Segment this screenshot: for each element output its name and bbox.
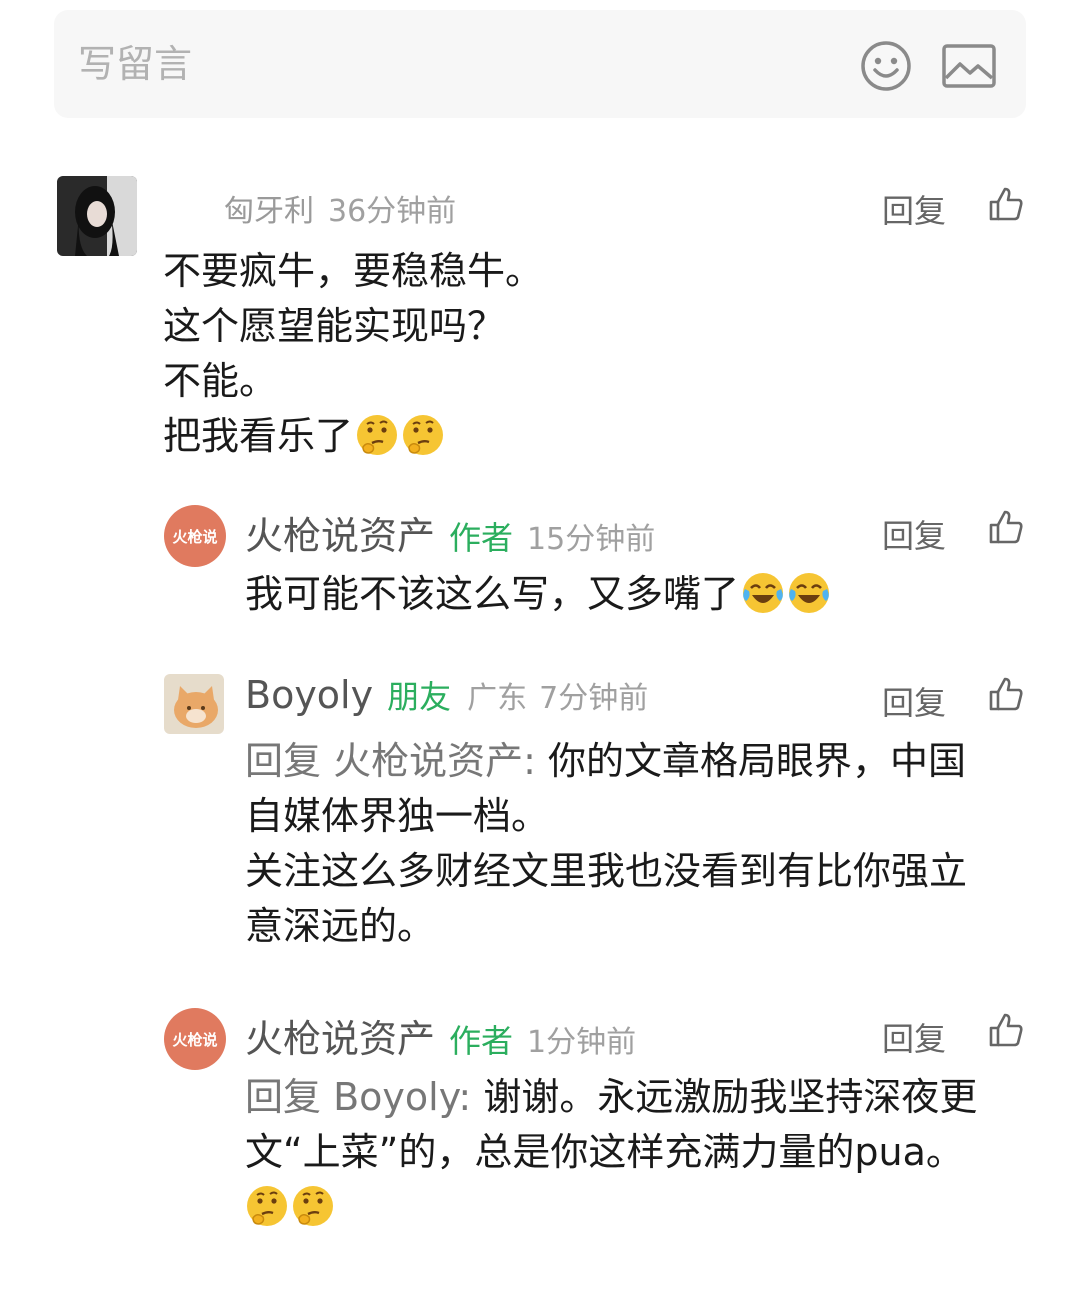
avatar-label: 火枪说: [172, 527, 218, 546]
avatar[interactable]: [164, 674, 224, 734]
comment-username[interactable]: 匈牙利: [224, 186, 314, 230]
comment-compose-bar[interactable]: 写留言: [54, 10, 1026, 118]
reply-quote-prefix[interactable]: 回复 火枪说资产:: [245, 739, 536, 783]
comment-time: 15分钟前: [527, 522, 656, 557]
comment-line: 你的文章格局眼界，中国: [535, 739, 966, 783]
comment-username[interactable]: 火枪说资产: [245, 1008, 435, 1063]
comment-line: 意深远的。: [245, 904, 436, 948]
comment-username[interactable]: 火枪说资产: [245, 505, 435, 560]
comment-line: 自媒体界独一档。: [245, 794, 550, 838]
thumbs-up-icon[interactable]: [988, 1012, 1024, 1048]
author-badge: 作者: [449, 519, 514, 557]
thinking-face-icon: [247, 1186, 287, 1226]
comment-line: 不要疯牛，要稳稳牛。: [163, 249, 544, 293]
author-badge: 作者: [449, 1022, 514, 1060]
image-icon[interactable]: [942, 44, 996, 88]
comment-text: 我可能不该这么写，又多嘴了: [245, 572, 740, 616]
comment-time: 36分钟前: [328, 194, 457, 229]
comment-line: 这个愿望能实现吗？: [163, 304, 506, 348]
comment-line: 谢谢。永远激励我坚持深夜更: [471, 1075, 978, 1119]
comment-body: 我可能不该这么写，又多嘴了: [245, 567, 831, 622]
avatar[interactable]: [57, 176, 137, 256]
thumbs-up-icon[interactable]: [988, 676, 1024, 712]
reply-quote-prefix[interactable]: 回复 Boyoly:: [245, 1075, 471, 1119]
avatar-label: 火枪说: [172, 1030, 218, 1049]
avatar[interactable]: 火枪说: [164, 1008, 226, 1070]
compose-placeholder[interactable]: 写留言: [78, 40, 192, 88]
reply-button[interactable]: 回复: [882, 511, 946, 557]
comment-line: 关注这么多财经文里我也没看到有比你强立: [245, 849, 968, 893]
reply-button[interactable]: 回复: [882, 1014, 946, 1060]
comment-time: 1分钟前: [527, 1025, 637, 1060]
avatar-image: [57, 176, 137, 256]
reply-button[interactable]: 回复: [882, 678, 946, 724]
thumbs-up-icon[interactable]: [988, 186, 1024, 222]
comment-username[interactable]: Boyoly: [245, 673, 373, 717]
comment-time: 7分钟前: [539, 681, 649, 716]
comment-line: 把我看乐了: [163, 414, 354, 458]
comment-line: 不能。: [163, 359, 278, 403]
laughing-crying-face-icon: [743, 573, 784, 613]
thinking-face-icon: [357, 415, 398, 455]
comment-body: 不要疯牛，要稳稳牛。 这个愿望能实现吗？ 不能。 把我看乐了: [163, 244, 543, 464]
thinking-face-icon: [293, 1186, 333, 1226]
thinking-face-icon: [403, 415, 444, 455]
thumbs-up-icon[interactable]: [988, 509, 1024, 545]
reply-button[interactable]: 回复: [882, 186, 946, 232]
comment-line: 文“上菜”的，总是你这样充满力量的pua。: [245, 1130, 964, 1174]
emoji-icon[interactable]: [860, 40, 912, 92]
comment-body: 回复 Boyoly: 谢谢。永远激励我坚持深夜更 文“上菜”的，总是你这样充满力…: [245, 1070, 1045, 1235]
comment-body: 回复 火枪说资产: 你的文章格局眼界，中国 自媒体界独一档。 关注这么多财经文里…: [245, 734, 1045, 954]
comment-location: 广东: [467, 681, 528, 716]
avatar-image: [164, 674, 224, 734]
friend-badge: 朋友: [387, 678, 452, 716]
avatar[interactable]: 火枪说: [164, 505, 226, 567]
laughing-crying-face-icon: [789, 573, 830, 613]
